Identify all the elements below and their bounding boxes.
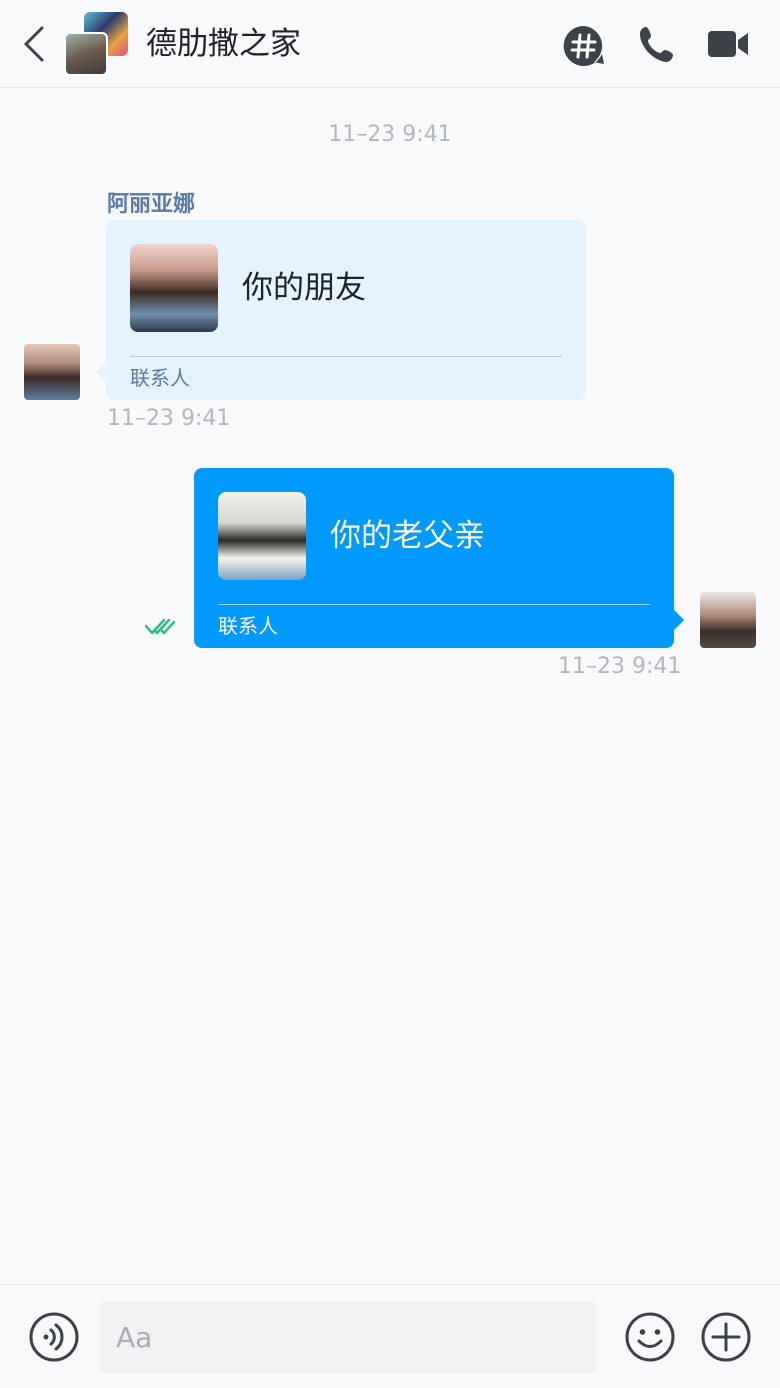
more-options-button[interactable] bbox=[700, 1311, 752, 1367]
video-camera-icon bbox=[708, 31, 748, 57]
contact-card-name: 你的老父亲 bbox=[330, 518, 485, 554]
conversation-timestamp: 11–23 9:41 bbox=[328, 122, 452, 147]
double-check-icon bbox=[144, 618, 176, 635]
incoming-contact-card[interactable]: 你的朋友 联系人 bbox=[106, 220, 586, 400]
chat-header: 德肋撒之家 bbox=[0, 0, 780, 88]
phone-icon bbox=[640, 27, 673, 62]
group-avatar-member-2 bbox=[64, 32, 108, 76]
contact-card-avatar bbox=[130, 244, 218, 332]
voice-call-button[interactable] bbox=[638, 24, 676, 68]
chat-title: 德肋撒之家 bbox=[146, 26, 301, 62]
incoming-bubble-tail bbox=[96, 362, 106, 382]
contact-card-name: 你的朋友 bbox=[242, 270, 366, 306]
back-icon bbox=[24, 26, 44, 62]
card-divider bbox=[130, 356, 562, 357]
my-avatar[interactable] bbox=[700, 592, 756, 648]
read-status bbox=[144, 616, 176, 642]
hashtag-icon bbox=[563, 25, 604, 66]
outgoing-contact-card[interactable]: 你的老父亲 联系人 bbox=[194, 468, 674, 648]
contact-card-type: 联系人 bbox=[130, 366, 190, 390]
sender-avatar[interactable] bbox=[24, 344, 80, 400]
contact-card-type: 联系人 bbox=[218, 614, 278, 638]
voice-input-button[interactable] bbox=[28, 1311, 80, 1367]
message-input[interactable] bbox=[100, 1301, 596, 1373]
sender-name: 阿丽亚娜 bbox=[107, 192, 196, 217]
message-time: 11–23 9:41 bbox=[107, 406, 231, 431]
voice-icon bbox=[29, 1312, 79, 1362]
emoji-icon bbox=[625, 1312, 675, 1362]
outgoing-bubble-tail bbox=[674, 610, 684, 630]
emoji-button[interactable] bbox=[624, 1311, 676, 1367]
plus-icon bbox=[701, 1312, 751, 1362]
hashtag-button[interactable] bbox=[562, 24, 606, 72]
card-divider bbox=[218, 604, 650, 605]
group-avatar[interactable] bbox=[64, 12, 130, 78]
contact-card-avatar bbox=[218, 492, 306, 580]
video-call-button[interactable] bbox=[706, 28, 750, 64]
message-composer bbox=[0, 1284, 780, 1388]
message-time: 11–23 9:41 bbox=[558, 654, 682, 679]
back-button[interactable] bbox=[20, 22, 60, 66]
